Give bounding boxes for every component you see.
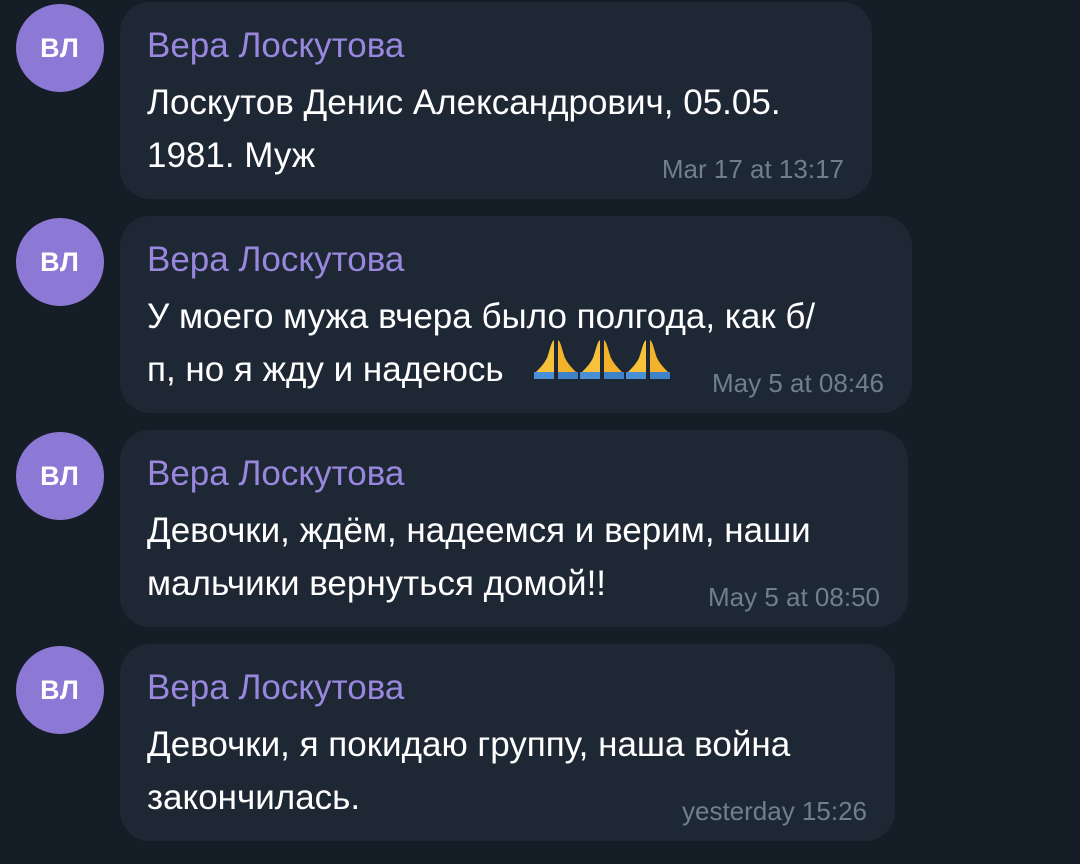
avatar[interactable]: ВЛ bbox=[16, 432, 104, 520]
sender-name[interactable]: Вера Лоскутова bbox=[147, 26, 404, 66]
message-bubble[interactable]: Вера Лоскутова У моего мужа вчера было п… bbox=[120, 216, 912, 413]
sender-name[interactable]: Вера Лоскутова bbox=[147, 240, 404, 280]
message-timestamp: May 5 at 08:50 bbox=[708, 582, 880, 612]
emoji-group bbox=[534, 338, 670, 380]
message-bubble[interactable]: Вера Лоскутова Лоскутов Денис Александро… bbox=[120, 2, 872, 199]
message-bubble[interactable]: Вера Лоскутова Девочки, я покидаю группу… bbox=[120, 644, 895, 841]
pray-icon bbox=[534, 340, 578, 379]
pray-icon bbox=[626, 340, 670, 379]
avatar[interactable]: ВЛ bbox=[16, 4, 104, 92]
sender-name[interactable]: Вера Лоскутова bbox=[147, 454, 404, 494]
message-timestamp: yesterday 15:26 bbox=[681, 796, 867, 826]
message-timestamp: Mar 17 at 13:17 bbox=[661, 154, 844, 184]
avatar[interactable]: ВЛ bbox=[16, 218, 104, 306]
message-timestamp: May 5 at 08:46 bbox=[712, 368, 884, 398]
avatar[interactable]: ВЛ bbox=[16, 646, 104, 734]
pray-icon bbox=[580, 340, 624, 379]
message-bubble[interactable]: Вера Лоскутова Девочки, ждём, надеемся и… bbox=[120, 430, 908, 627]
sender-name[interactable]: Вера Лоскутова bbox=[147, 668, 404, 708]
